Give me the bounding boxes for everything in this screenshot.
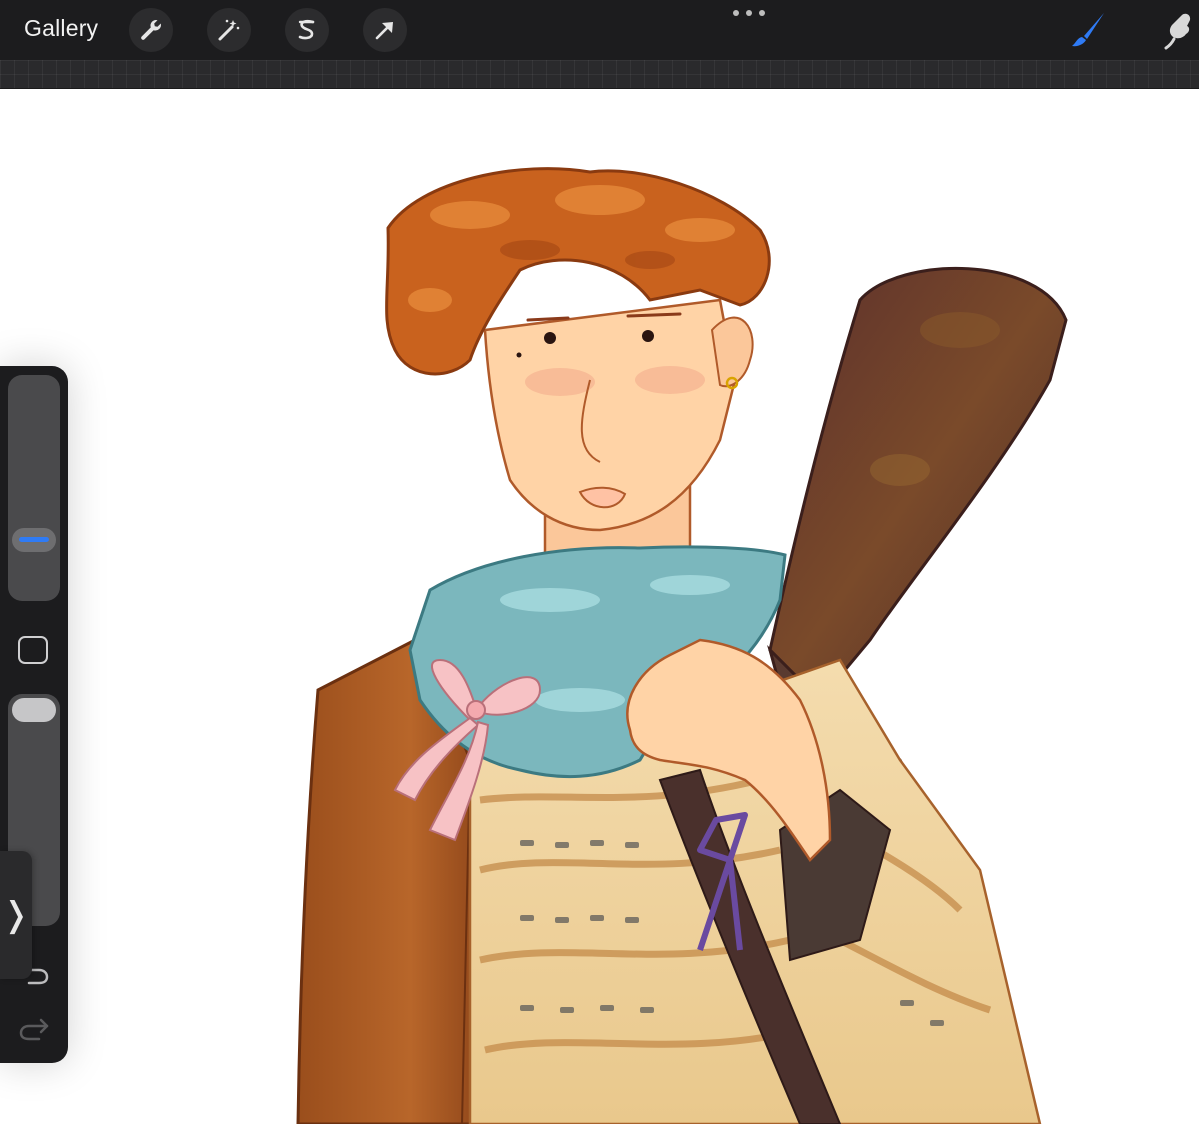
top-toolbar: Gallery <box>0 0 1199 60</box>
brush-icon <box>1072 13 1104 47</box>
gallery-button[interactable]: Gallery <box>24 15 98 42</box>
adjustments-button[interactable] <box>207 8 251 52</box>
ellipsis-dot <box>759 10 765 16</box>
smudge-finger-icon <box>1164 13 1191 50</box>
redo-button[interactable] <box>17 1014 51 1044</box>
character-illustration <box>296 167 1068 1124</box>
magic-wand-icon <box>218 19 240 41</box>
ellipsis-dot <box>746 10 752 16</box>
toolbar-grid-strip <box>0 60 1199 89</box>
selection-button[interactable] <box>285 8 329 52</box>
drawing-canvas[interactable] <box>0 89 1199 1124</box>
smudge-button[interactable] <box>1158 8 1199 52</box>
transform-button[interactable] <box>363 8 407 52</box>
redo-icon <box>19 1018 49 1041</box>
brush-size-handle[interactable] <box>12 528 56 553</box>
sidebar-collapse-tab[interactable]: ❭ <box>0 851 32 979</box>
selection-s-icon <box>298 19 315 40</box>
arrow-cursor-icon <box>375 22 393 40</box>
ellipsis-icon <box>733 10 739 16</box>
actions-button[interactable] <box>129 8 173 52</box>
brush-button[interactable] <box>1066 8 1110 52</box>
modify-button[interactable] <box>18 636 48 664</box>
brush-size-slider[interactable] <box>8 375 60 601</box>
chevron-right-icon: ❭ <box>1 895 31 935</box>
wrench-icon <box>141 20 161 40</box>
more-menu-button[interactable] <box>733 6 765 20</box>
opacity-handle[interactable] <box>12 698 56 722</box>
